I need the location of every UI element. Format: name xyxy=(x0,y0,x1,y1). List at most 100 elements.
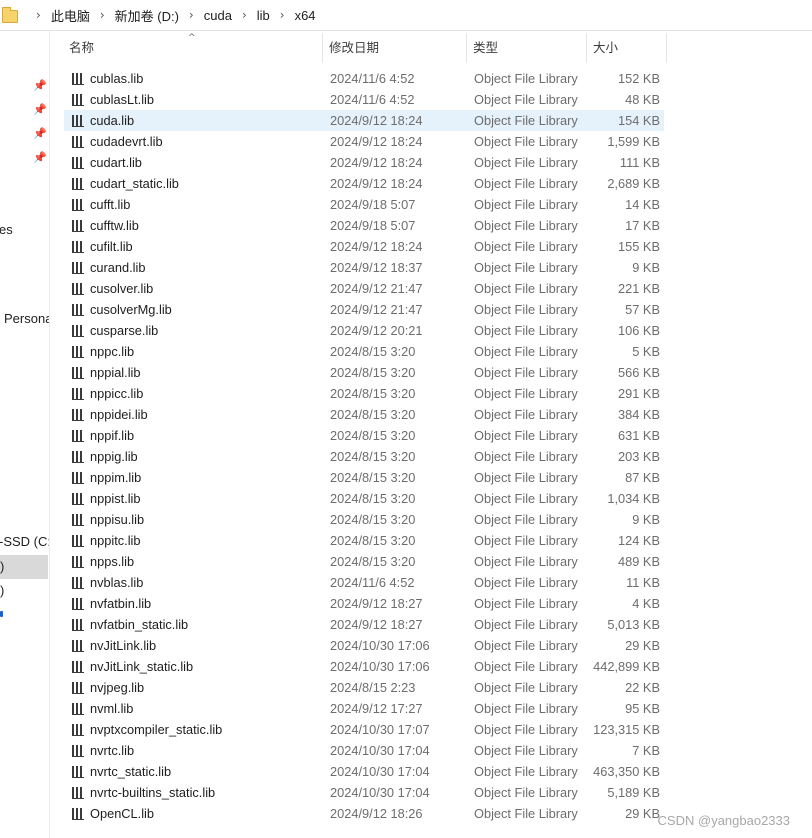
file-row[interactable]: nvJitLink_static.lib 2024/10/30 17:06 Obje… xyxy=(64,656,664,677)
library-file-icon xyxy=(72,577,84,589)
file-row[interactable]: nvrtc_static.lib 2024/10/30 17:04 Object F… xyxy=(64,761,664,782)
file-row[interactable]: nvblas.lib 2024/11/6 4:52 Object File Libr… xyxy=(64,572,664,593)
file-type: Object File Library xyxy=(474,701,578,716)
file-date: 2024/8/15 3:20 xyxy=(330,365,416,380)
file-row[interactable]: curand.lib 2024/9/12 18:37 Object File Lib… xyxy=(64,257,664,278)
chevron-right-icon: › xyxy=(99,8,105,22)
file-row[interactable]: nppitc.lib 2024/8/15 3:20 Object File Libr… xyxy=(64,530,664,551)
file-row[interactable]: cusparse.lib 2024/9/12 20:21 Object File L… xyxy=(64,320,664,341)
column-header-date[interactable]: 修改日期 xyxy=(323,33,467,63)
file-type: Object File Library xyxy=(474,554,578,569)
file-name: cufftw.lib xyxy=(90,218,139,233)
file-row[interactable]: cudart_static.lib 2024/9/12 18:24 Object F… xyxy=(64,173,664,194)
file-size: 291 KB xyxy=(618,386,660,401)
file-type: Object File Library xyxy=(474,638,578,653)
file-row[interactable]: nvJitLink.lib 2024/10/30 17:06 Object File… xyxy=(64,635,664,656)
file-row[interactable]: nppisu.lib 2024/8/15 3:20 Object File Libr… xyxy=(64,509,664,530)
file-name: nvrtc-builtins_static.lib xyxy=(90,785,216,800)
file-row[interactable]: cufft.lib 2024/9/18 5:07 Object File Libra… xyxy=(64,194,664,215)
nav-item-drive-c[interactable]: -SSD (C:) xyxy=(0,534,49,549)
file-date: 2024/9/12 18:24 xyxy=(330,134,423,149)
file-size: 123,315 KB xyxy=(593,722,660,737)
file-row[interactable]: nppig.lib 2024/8/15 3:20 Object File Libra… xyxy=(64,446,664,467)
file-size: 5 KB xyxy=(632,344,660,359)
pin-icon[interactable]: 📌 xyxy=(33,152,47,163)
file-size: 155 KB xyxy=(618,239,660,254)
file-row[interactable]: nvrtc-builtins_static.lib 2024/10/30 17:0… xyxy=(64,782,664,803)
chevron-right-icon: › xyxy=(241,8,247,22)
file-row[interactable]: nppial.lib 2024/8/15 3:20 Object File Libr… xyxy=(64,362,664,383)
file-row[interactable]: cublasLt.lib 2024/11/6 4:52 Object File Li… xyxy=(64,89,664,110)
file-row[interactable]: nppist.lib 2024/8/15 3:20 Object File Libr… xyxy=(64,488,664,509)
file-date: 2024/10/30 17:06 xyxy=(330,638,430,653)
library-file-icon xyxy=(72,73,84,85)
file-type: Object File Library xyxy=(474,71,578,86)
file-row[interactable]: nppim.lib 2024/8/15 3:20 Object File Libra… xyxy=(64,467,664,488)
column-header-size[interactable]: 大小 xyxy=(587,33,667,63)
library-file-icon xyxy=(72,136,84,148)
file-row[interactable]: cufftw.lib 2024/9/18 5:07 Object File Libr… xyxy=(64,215,664,236)
file-row[interactable]: nppidei.lib 2024/8/15 3:20 Object File Lib… xyxy=(64,404,664,425)
nav-item-selected-drive[interactable] xyxy=(0,555,48,579)
file-type: Object File Library xyxy=(474,764,578,779)
file-date: 2024/9/12 20:21 xyxy=(330,323,423,338)
file-row[interactable]: OpenCL.lib 2024/9/12 18:26 Object File Lib… xyxy=(64,803,664,824)
library-file-icon xyxy=(72,472,84,484)
file-size: 152 KB xyxy=(618,71,660,86)
file-size: 14 KB xyxy=(625,197,660,212)
breadcrumb-cuda[interactable]: cuda xyxy=(204,8,232,23)
file-size: 2,689 KB xyxy=(607,176,660,191)
pin-icon[interactable]: 📌 xyxy=(33,128,47,139)
nav-item-personal[interactable]: Persona xyxy=(4,311,49,326)
column-header-type[interactable]: 类型 xyxy=(467,33,587,63)
pin-icon[interactable]: 📌 xyxy=(33,80,47,91)
file-name: nppitc.lib xyxy=(90,533,141,548)
file-row[interactable]: cublas.lib 2024/11/6 4:52 Object File Libr… xyxy=(64,68,664,89)
file-size: 1,034 KB xyxy=(607,491,660,506)
file-row[interactable]: nvml.lib 2024/9/12 17:27 Object File Libra… xyxy=(64,698,664,719)
file-name: nppial.lib xyxy=(90,365,141,380)
file-size: 111 KB xyxy=(619,155,660,170)
file-row[interactable]: cudadevrt.lib 2024/9/12 18:24 Object File … xyxy=(64,131,664,152)
file-name: cudart.lib xyxy=(90,155,142,170)
file-row[interactable]: nvrtc.lib 2024/10/30 17:04 Object File Lib… xyxy=(64,740,664,761)
library-file-icon xyxy=(72,493,84,505)
file-row[interactable]: cusolver.lib 2024/9/12 21:47 Object File L… xyxy=(64,278,664,299)
breadcrumb-lib[interactable]: lib xyxy=(257,8,270,23)
file-size: 203 KB xyxy=(618,449,660,464)
column-header-name[interactable]: 名称 xyxy=(63,33,323,63)
file-row[interactable]: nppif.lib 2024/8/15 3:20 Object File Libra… xyxy=(64,425,664,446)
file-type: Object File Library xyxy=(474,197,578,212)
nav-item-drive-e[interactable]: ) xyxy=(0,583,4,598)
library-file-icon xyxy=(72,619,84,631)
file-date: 2024/8/15 2:23 xyxy=(330,680,416,695)
nav-item-partial[interactable]: es xyxy=(0,222,13,237)
file-row[interactable]: nvfatbin_static.lib 2024/9/12 18:27 Object… xyxy=(64,614,664,635)
file-row[interactable]: nvptxcompiler_static.lib 2024/10/30 17:07… xyxy=(64,719,664,740)
file-size: 87 KB xyxy=(625,470,660,485)
navigation-pane[interactable]: 📌 📌 📌 📌 es Persona -SSD (C:) ) ) xyxy=(0,31,50,838)
file-date: 2024/10/30 17:04 xyxy=(330,785,430,800)
file-row[interactable]: cufilt.lib 2024/9/12 18:24 Object File Lib… xyxy=(64,236,664,257)
nav-item-drive-d[interactable]: ) xyxy=(0,559,4,574)
file-row[interactable]: npps.lib 2024/8/15 3:20 Object File Librar… xyxy=(64,551,664,572)
file-size: 566 KB xyxy=(618,365,660,380)
file-type: Object File Library xyxy=(474,575,578,590)
file-size: 221 KB xyxy=(618,281,660,296)
file-row[interactable]: cudart.lib 2024/9/12 18:24 Object File Lib… xyxy=(64,152,664,173)
file-type: Object File Library xyxy=(474,785,578,800)
file-name: nvfatbin.lib xyxy=(90,596,152,611)
breadcrumb-drive-d[interactable]: 新加卷 (D:) xyxy=(115,6,179,25)
breadcrumb-x64[interactable]: x64 xyxy=(295,8,316,23)
file-row[interactable]: cuda.lib 2024/9/12 18:24 Object File Libra… xyxy=(64,110,664,131)
file-row[interactable]: nvjpeg.lib 2024/8/15 2:23 Object File Libr… xyxy=(64,677,664,698)
file-row[interactable]: nppc.lib 2024/8/15 3:20 Object File Librar… xyxy=(64,341,664,362)
file-size: 95 KB xyxy=(625,701,660,716)
file-row[interactable]: nppicc.lib 2024/8/15 3:20 Object File Libr… xyxy=(64,383,664,404)
file-name: nvptxcompiler_static.lib xyxy=(90,722,223,737)
pin-icon[interactable]: 📌 xyxy=(33,104,47,115)
file-row[interactable]: nvfatbin.lib 2024/9/12 18:27 Object File L… xyxy=(64,593,664,614)
file-row[interactable]: cusolverMg.lib 2024/9/12 21:47 Object File… xyxy=(64,299,664,320)
breadcrumb-this-pc[interactable]: 此电脑 xyxy=(51,6,90,25)
address-bar[interactable]: › 此电脑 › 新加卷 (D:) › cuda › lib › x64 xyxy=(0,0,812,31)
